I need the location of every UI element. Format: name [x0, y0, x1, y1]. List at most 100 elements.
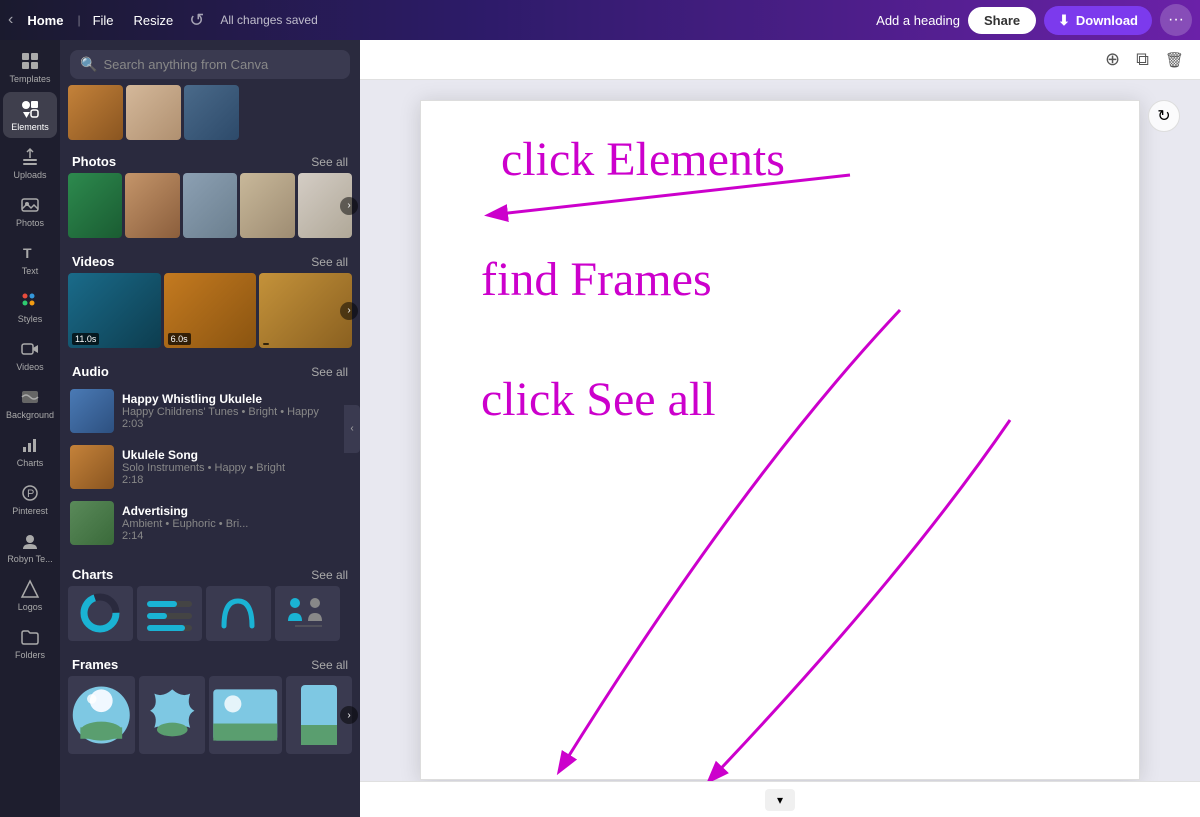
sidebar-label-pinterest: Pinterest [12, 506, 48, 516]
sidebar-item-uploads[interactable]: Uploads [3, 140, 57, 186]
charts-section: Charts See all [60, 559, 360, 641]
share-button[interactable]: Share [968, 7, 1036, 34]
sidebar-label-folders: Folders [15, 650, 45, 660]
hide-panel-button[interactable]: ‹ [344, 405, 360, 453]
top-strip-item-1[interactable] [68, 85, 123, 140]
sidebar-item-styles[interactable]: Styles [3, 284, 57, 330]
audio-item-2[interactable]: Ukulele Song Solo Instruments • Happy • … [60, 439, 360, 495]
sidebar-item-text[interactable]: T Text [3, 236, 57, 282]
sidebar-item-logos[interactable]: Logos [3, 572, 57, 618]
folders-icon [19, 626, 41, 648]
audio-desc-1: Happy Childrens' Tunes • Bright • Happy … [122, 406, 350, 430]
frame-thumb-flower[interactable] [139, 676, 206, 754]
canvas-page[interactable]: click Elements find Frames click See all [420, 100, 1140, 780]
audio-info-2: Ukulele Song Solo Instruments • Happy • … [122, 448, 350, 486]
sidebar-item-templates[interactable]: Templates [3, 44, 57, 90]
sidebar-item-photos[interactable]: Photos [3, 188, 57, 234]
topbar-right: Add a heading Share ⬇ Download ··· [876, 4, 1192, 36]
sidebar-item-pinterest[interactable]: P Pinterest [3, 476, 57, 522]
photo-thumb-2[interactable] [125, 173, 179, 238]
sidebar-label-text: Text [22, 266, 39, 276]
file-menu[interactable]: File [85, 9, 122, 32]
audio-info-3: Advertising Ambient • Euphoric • Bri... … [122, 504, 350, 542]
chart-thumb-progress[interactable] [137, 586, 202, 641]
bottom-bar: ▾ [360, 781, 1200, 817]
sidebar-label-photos: Photos [16, 218, 44, 228]
photos-grid: › [60, 173, 360, 238]
text-icon: T [19, 242, 41, 264]
chart-thumb-donut[interactable] [68, 586, 133, 641]
topbar: ‹ Home | File Resize ↺ All changes saved… [0, 0, 1200, 40]
photo-thumb-3[interactable] [183, 173, 237, 238]
search-icon: 🔍 [80, 56, 97, 73]
sidebar-label-logos: Logos [18, 602, 43, 612]
frame-thumb-circle[interactable] [68, 676, 135, 754]
sidebar-label-robyn: Robyn Te... [7, 554, 52, 564]
add-heading-button[interactable]: Add a heading [876, 13, 960, 28]
new-page-icon[interactable]: ⊕ [1101, 45, 1124, 74]
refresh-button[interactable]: ↻ [1148, 100, 1180, 132]
search-input-wrap: 🔍 [70, 50, 350, 79]
videos-section: Videos See all 11.0s 6.0s › [60, 246, 360, 348]
video-thumb-1[interactable]: 11.0s [68, 273, 161, 348]
audio-desc-2: Solo Instruments • Happy • Bright 2:18 [122, 462, 350, 486]
sidebar-item-folders[interactable]: Folders [3, 620, 57, 666]
sidebar-item-robyn[interactable]: Robyn Te... [3, 524, 57, 570]
download-button[interactable]: ⬇ Download [1044, 6, 1152, 35]
sidebar-item-charts[interactable]: Charts [3, 428, 57, 474]
panel-content: Photos See all › Videos See all [60, 146, 360, 817]
videos-next-arrow[interactable]: › [340, 302, 358, 320]
video-thumb-3[interactable] [259, 273, 352, 348]
duplicate-page-icon[interactable]: ⧉ [1132, 45, 1153, 74]
resize-button[interactable]: Resize [126, 9, 182, 32]
top-strip-item-2[interactable] [126, 85, 181, 140]
undo-icon[interactable]: ↺ [189, 10, 204, 31]
elements-panel: 🔍 Photos See all [60, 40, 360, 817]
sidebar-item-elements[interactable]: Elements [3, 92, 57, 138]
photo-thumb-4[interactable] [240, 173, 294, 238]
videos-see-all[interactable]: See all [311, 255, 348, 269]
video-duration-1: 11.0s [72, 333, 99, 345]
frame-thumb-rect[interactable] [209, 676, 281, 754]
chart-thumb-arc[interactable] [206, 586, 271, 641]
photos-next-arrow[interactable]: › [340, 197, 358, 215]
search-bar: 🔍 [60, 40, 360, 85]
top-strip [60, 85, 360, 146]
canvas-toolbar: ⊕ ⧉ 🗑 [360, 40, 1200, 80]
audio-thumb-1 [70, 389, 114, 433]
charts-see-all[interactable]: See all [311, 568, 348, 582]
uploads-icon [19, 146, 41, 168]
audio-thumb-2 [70, 445, 114, 489]
frames-next-arrow[interactable]: › [340, 706, 358, 724]
photos-section: Photos See all › [60, 146, 360, 238]
photos-see-all[interactable]: See all [311, 155, 348, 169]
back-arrow-icon[interactable]: ‹ [8, 11, 13, 29]
audio-section-title: Audio [72, 364, 109, 379]
logos-icon [19, 578, 41, 600]
search-input[interactable] [103, 57, 340, 72]
home-button[interactable]: Home [17, 9, 73, 32]
more-options-button[interactable]: ··· [1160, 4, 1192, 36]
svg-text:T: T [23, 245, 32, 261]
video-thumb-2[interactable]: 6.0s [164, 273, 257, 348]
audio-see-all[interactable]: See all [311, 365, 348, 379]
sidebar-label-styles: Styles [18, 314, 43, 324]
svg-text:P: P [27, 488, 34, 500]
delete-page-icon[interactable]: 🗑 [1161, 47, 1188, 73]
audio-item-3[interactable]: Advertising Ambient • Euphoric • Bri... … [60, 495, 360, 551]
photo-thumb-1[interactable] [68, 173, 122, 238]
page-nav-button[interactable]: ▾ [765, 789, 795, 811]
instruction-click-see-all: click See all [481, 371, 716, 429]
page-nav: ▾ [765, 789, 795, 811]
audio-item-1[interactable]: Happy Whistling Ukulele Happy Childrens'… [60, 383, 360, 439]
audio-desc-3: Ambient • Euphoric • Bri... 2:14 [122, 518, 350, 542]
sidebar-item-videos[interactable]: Videos [3, 332, 57, 378]
frames-see-all[interactable]: See all [311, 658, 348, 672]
sidebar-item-background[interactable]: Background [3, 380, 57, 426]
audio-title-1: Happy Whistling Ukulele [122, 392, 350, 406]
charts-grid [60, 586, 360, 641]
videos-grid: 11.0s 6.0s › [60, 273, 360, 348]
top-strip-item-3[interactable] [184, 85, 239, 140]
topbar-left: ‹ Home | File Resize ↺ All changes saved [8, 9, 318, 32]
chart-thumb-people[interactable] [275, 586, 340, 641]
